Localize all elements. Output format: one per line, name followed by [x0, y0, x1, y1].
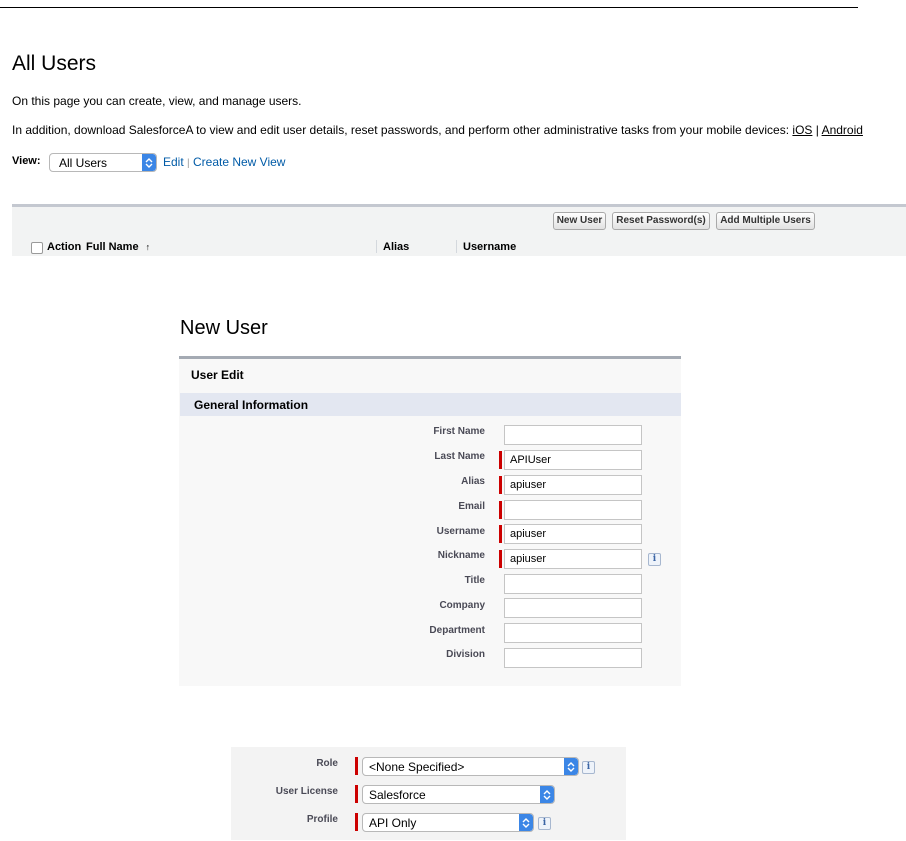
page-title: All Users	[12, 52, 97, 75]
username-label: Username	[436, 526, 485, 537]
profile-label: Profile	[306, 814, 338, 825]
nickname-input[interactable]: apiuser	[504, 549, 642, 569]
reset-passwords-button[interactable]: Reset Password(s)	[612, 212, 710, 230]
alias-input[interactable]: apiuser	[504, 475, 642, 495]
last-name-label: Last Name	[434, 451, 485, 462]
title-input[interactable]	[504, 574, 642, 594]
info-icon[interactable]: i	[648, 553, 661, 566]
user-license-label: User License	[275, 786, 338, 797]
title-label: Title	[464, 575, 485, 586]
department-input[interactable]	[504, 623, 642, 643]
mobile-text: In addition, download SalesforceA to vie…	[12, 123, 790, 137]
required-indicator	[355, 785, 358, 803]
intro-text: On this page you can create, view, and m…	[12, 94, 302, 108]
user-license-select-value: Salesforce	[369, 788, 426, 802]
view-links: Edit | Create New View	[163, 155, 285, 169]
column-username[interactable]: Username	[463, 241, 516, 253]
first-name-label: First Name	[433, 426, 485, 437]
view-select-value: All Users	[59, 156, 108, 170]
email-input[interactable]	[504, 500, 642, 520]
required-indicator	[499, 550, 502, 568]
sort-ascending-icon: ↑	[145, 242, 151, 252]
info-icon[interactable]: i	[582, 761, 595, 774]
last-name-input[interactable]: APIUser	[504, 450, 642, 470]
android-link[interactable]: Android	[822, 123, 863, 137]
role-label: Role	[316, 758, 338, 769]
select-all-checkbox[interactable]	[31, 242, 43, 254]
column-divider	[456, 240, 457, 253]
alias-label: Alias	[461, 476, 485, 487]
ios-link[interactable]: iOS	[792, 123, 812, 137]
column-action: Action	[47, 241, 82, 253]
edit-view-link[interactable]: Edit	[163, 155, 184, 169]
general-information-heading: General Information	[194, 398, 309, 412]
role-select-value: <None Specified>	[369, 760, 465, 774]
top-divider	[0, 7, 858, 8]
new-user-button[interactable]: New User	[553, 212, 606, 230]
view-label: View:	[12, 155, 41, 167]
email-label: Email	[458, 501, 485, 512]
view-link-separator: |	[187, 158, 190, 169]
stepper-icon	[519, 814, 533, 831]
profile-select-value: API Only	[369, 816, 417, 830]
column-full-name[interactable]: Full Name ↑	[86, 241, 150, 253]
link-separator: |	[815, 123, 819, 137]
department-label: Department	[429, 625, 485, 636]
first-name-input[interactable]	[504, 425, 642, 445]
new-user-title: New User	[180, 317, 268, 339]
nickname-label: Nickname	[437, 550, 485, 561]
username-input[interactable]: apiuser	[504, 524, 642, 544]
mobile-info: In addition, download SalesforceA to vie…	[12, 123, 863, 137]
add-multiple-users-button[interactable]: Add Multiple Users	[716, 212, 815, 230]
division-label: Division	[446, 649, 485, 660]
stepper-icon	[564, 758, 578, 775]
required-indicator	[499, 476, 502, 494]
profile-select[interactable]: API Only	[362, 813, 534, 832]
column-full-name-label: Full Name	[86, 241, 139, 253]
required-indicator	[355, 757, 358, 775]
view-select[interactable]: All Users	[49, 153, 157, 172]
user-license-select[interactable]: Salesforce	[362, 785, 555, 804]
column-divider	[376, 240, 377, 253]
required-indicator	[499, 451, 502, 469]
required-indicator	[499, 525, 502, 543]
required-indicator	[499, 501, 502, 519]
role-select[interactable]: <None Specified>	[362, 757, 579, 776]
create-new-view-link[interactable]: Create New View	[193, 155, 285, 169]
info-icon[interactable]: i	[538, 817, 551, 830]
stepper-icon	[540, 786, 554, 803]
column-alias[interactable]: Alias	[383, 241, 409, 253]
required-indicator	[355, 813, 358, 831]
division-input[interactable]	[504, 648, 642, 668]
company-label: Company	[439, 600, 485, 611]
company-input[interactable]	[504, 598, 642, 618]
user-edit-heading: User Edit	[191, 368, 244, 382]
stepper-icon	[142, 154, 156, 171]
